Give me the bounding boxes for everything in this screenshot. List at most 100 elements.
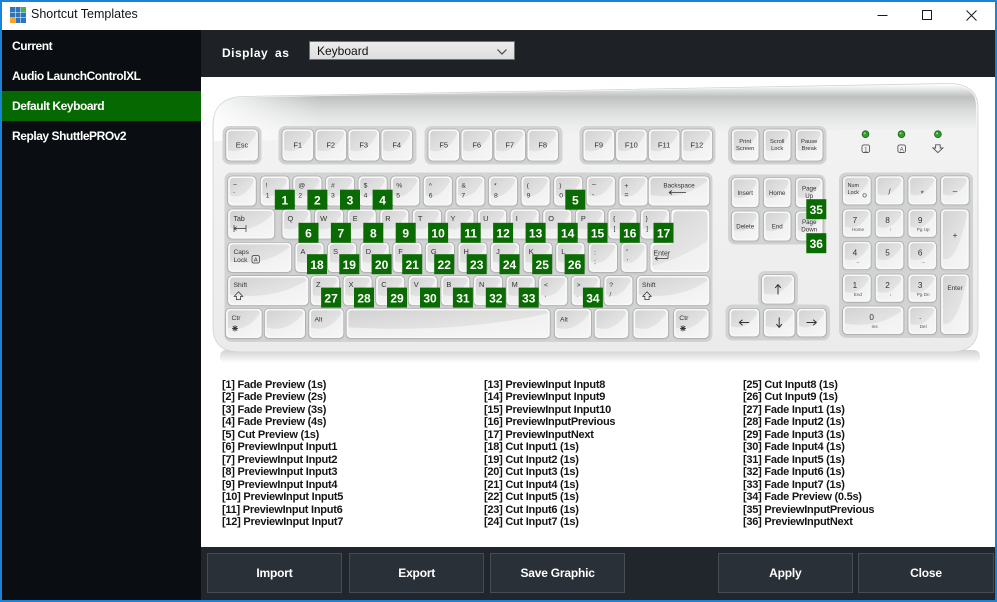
- svg-text:F10: F10: [625, 141, 638, 150]
- svg-text:&: &: [461, 183, 466, 190]
- svg-text:5: 5: [885, 248, 890, 257]
- svg-text:F11: F11: [658, 141, 670, 150]
- svg-text:Scroll: Scroll: [770, 139, 785, 145]
- svg-text:0: 0: [869, 313, 874, 322]
- svg-text:7: 7: [461, 193, 465, 200]
- svg-text:Lock: Lock: [234, 257, 249, 264]
- svg-text:Home: Home: [769, 190, 786, 197]
- svg-text:D: D: [366, 247, 371, 256]
- svg-text:[: [: [614, 226, 616, 233]
- svg-text:Home: Home: [852, 227, 865, 232]
- svg-text:5: 5: [572, 194, 579, 208]
- svg-text:W: W: [320, 214, 327, 223]
- svg-text:36: 36: [810, 237, 824, 251]
- svg-text:/: /: [609, 292, 611, 299]
- svg-text:S: S: [333, 247, 338, 256]
- svg-text:O: O: [548, 214, 554, 223]
- svg-text:F5: F5: [439, 141, 448, 150]
- svg-text:3: 3: [918, 281, 923, 290]
- svg-text:19: 19: [343, 258, 357, 272]
- svg-text:Shift: Shift: [234, 282, 248, 289]
- svg-text:6: 6: [305, 227, 312, 241]
- svg-text:26: 26: [568, 258, 582, 272]
- svg-text:Z: Z: [316, 280, 321, 289]
- svg-text:X: X: [349, 280, 354, 289]
- svg-text:9: 9: [527, 193, 531, 200]
- svg-text:Ctr: Ctr: [232, 315, 242, 322]
- svg-text:T: T: [418, 214, 423, 223]
- svg-text:F6: F6: [472, 141, 481, 150]
- svg-text:End: End: [854, 292, 863, 297]
- svg-text:A: A: [301, 247, 306, 256]
- svg-text:27: 27: [324, 291, 338, 305]
- svg-text::: :: [594, 249, 596, 256]
- svg-text:.: .: [577, 292, 579, 299]
- svg-text:5: 5: [396, 193, 400, 200]
- svg-text:F8: F8: [538, 141, 547, 150]
- svg-text:6: 6: [429, 193, 433, 200]
- svg-text:Num: Num: [848, 183, 860, 189]
- svg-text:Q: Q: [288, 214, 294, 223]
- svg-text:Up: Up: [805, 193, 813, 200]
- svg-text:+: +: [624, 183, 628, 190]
- svg-text:18: 18: [310, 258, 324, 272]
- svg-text:M: M: [512, 280, 518, 289]
- svg-text:V: V: [414, 280, 419, 289]
- svg-text:Page: Page: [802, 186, 817, 193]
- svg-text:4: 4: [853, 248, 858, 257]
- svg-text:): ): [559, 183, 561, 190]
- svg-text:F12: F12: [690, 141, 703, 150]
- svg-text:%: %: [396, 183, 402, 190]
- svg-text:3: 3: [347, 194, 354, 208]
- svg-text:4: 4: [379, 194, 386, 208]
- svg-text:6: 6: [918, 248, 923, 257]
- svg-text:23: 23: [470, 258, 484, 272]
- svg-text:Pause: Pause: [801, 139, 817, 145]
- svg-text:Shift: Shift: [642, 282, 656, 289]
- svg-text:?: ?: [609, 282, 613, 289]
- svg-text:*: *: [921, 189, 924, 198]
- svg-text:B: B: [446, 280, 451, 289]
- svg-text:↑: ↑: [889, 227, 891, 232]
- svg-text:P: P: [581, 214, 586, 223]
- svg-text:Alt: Alt: [560, 316, 568, 323]
- svg-text:28: 28: [357, 291, 371, 305]
- svg-text:Alt: Alt: [315, 316, 323, 323]
- svg-text:Caps: Caps: [234, 249, 250, 256]
- svg-text:35: 35: [810, 203, 824, 217]
- svg-text:Down: Down: [801, 227, 817, 234]
- svg-text:*: *: [494, 183, 497, 190]
- svg-text:End: End: [772, 224, 784, 231]
- svg-text:Delete: Delete: [736, 224, 754, 231]
- svg-text:Break: Break: [802, 146, 817, 152]
- svg-text:Esc: Esc: [236, 141, 249, 150]
- svg-text:,: ,: [544, 292, 546, 299]
- svg-text:9: 9: [918, 216, 923, 225]
- svg-text:11: 11: [464, 227, 477, 241]
- svg-text:@: @: [298, 183, 305, 190]
- svg-text:31: 31: [456, 291, 470, 305]
- svg-text:1: 1: [266, 193, 270, 200]
- svg-text:13: 13: [529, 227, 543, 241]
- svg-text:Enter: Enter: [947, 285, 963, 292]
- svg-text:Ins: Ins: [872, 324, 879, 329]
- svg-text:10: 10: [431, 227, 445, 241]
- svg-text:→: →: [921, 259, 926, 264]
- svg-text:0: 0: [559, 193, 563, 200]
- svg-text:29: 29: [390, 291, 404, 305]
- svg-text:–: –: [953, 186, 958, 195]
- svg-text:N: N: [479, 280, 484, 289]
- svg-text:12: 12: [496, 227, 510, 241]
- svg-text:30: 30: [423, 291, 437, 305]
- svg-text:8: 8: [885, 216, 890, 225]
- svg-text:Page: Page: [802, 219, 817, 226]
- svg-text:Lock: Lock: [848, 190, 860, 196]
- svg-text:Tab: Tab: [234, 216, 245, 223]
- svg-text:32: 32: [489, 291, 503, 305]
- svg-text:7: 7: [338, 227, 345, 241]
- svg-text:15: 15: [591, 227, 605, 241]
- svg-text:Y: Y: [451, 214, 456, 223]
- svg-text:Lock: Lock: [771, 146, 783, 152]
- svg-text:U: U: [483, 214, 488, 223]
- svg-text:F4: F4: [392, 141, 401, 150]
